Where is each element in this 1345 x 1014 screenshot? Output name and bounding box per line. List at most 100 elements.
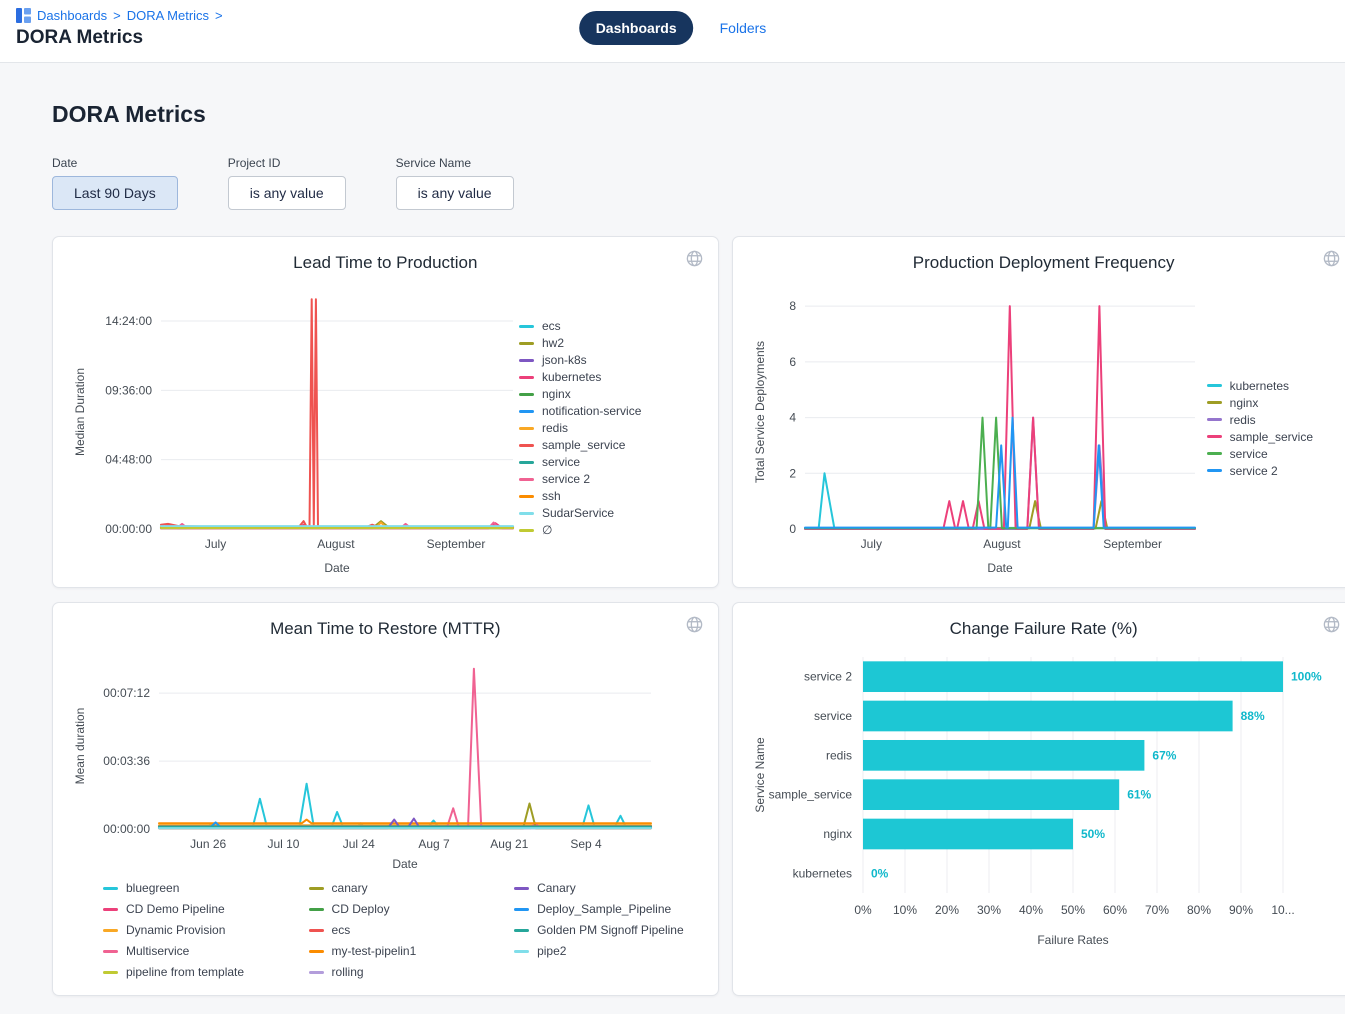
legend-item[interactable]: nginx xyxy=(519,387,641,401)
breadcrumb-link-dashboards[interactable]: Dashboards xyxy=(37,8,107,23)
legend-swatch xyxy=(1207,435,1222,438)
legend-item[interactable]: CD Deploy xyxy=(309,902,479,916)
legend-item[interactable]: ecs xyxy=(309,923,479,937)
svg-text:8: 8 xyxy=(789,299,796,313)
legend-label: service 2 xyxy=(542,472,590,486)
legend-item[interactable]: kubernetes xyxy=(1207,379,1313,393)
legend-swatch xyxy=(103,950,118,953)
legend-item[interactable]: Multiservice xyxy=(103,944,273,958)
legend-swatch xyxy=(103,887,118,890)
legend-swatch xyxy=(103,929,118,932)
legend-swatch xyxy=(514,929,529,932)
legend-item[interactable]: Dynamic Provision xyxy=(103,923,273,937)
legend-item[interactable]: nginx xyxy=(1207,396,1313,410)
legend-label: nginx xyxy=(1230,396,1259,410)
lead-time-chart[interactable]: 00:00:0004:48:0009:36:0014:24:00JulyAugu… xyxy=(67,279,519,577)
charts-grid: Lead Time to Production 00:00:0004:48:00… xyxy=(52,236,1313,996)
legend-item[interactable]: Golden PM Signoff Pipeline xyxy=(514,923,684,937)
app-header: Dashboards > DORA Metrics > DORA Metrics… xyxy=(0,0,1345,63)
legend-item[interactable]: sample_service xyxy=(1207,430,1313,444)
globe-icon[interactable] xyxy=(1320,247,1343,273)
svg-text:00:03:36: 00:03:36 xyxy=(103,754,150,768)
legend-item[interactable]: canary xyxy=(309,881,479,895)
legend-item[interactable]: kubernetes xyxy=(519,370,641,384)
svg-text:09:36:00: 09:36:00 xyxy=(105,383,152,397)
lead-time-legend: ecs hw2 json-k8s kubernetes nginx notificatio… xyxy=(519,319,641,537)
legend-item[interactable]: pipeline from template xyxy=(103,965,273,979)
globe-icon[interactable] xyxy=(1320,613,1343,639)
legend-item[interactable]: service 2 xyxy=(519,472,641,486)
chart-title-lead-time: Lead Time to Production xyxy=(67,253,704,273)
legend-item[interactable]: ssh xyxy=(519,489,641,503)
legend-item[interactable]: Canary xyxy=(514,881,684,895)
legend-item[interactable]: json-k8s xyxy=(519,353,641,367)
globe-icon[interactable] xyxy=(683,613,706,639)
tab-dashboards[interactable]: Dashboards xyxy=(579,11,694,45)
svg-text:30%: 30% xyxy=(977,903,1001,917)
legend-label: nginx xyxy=(542,387,571,401)
legend-item[interactable]: hw2 xyxy=(519,336,641,350)
svg-text:04:48:00: 04:48:00 xyxy=(105,453,152,467)
filters-bar: Date Last 90 Days Project ID is any valu… xyxy=(52,156,1313,210)
svg-text:Sep 4: Sep 4 xyxy=(570,837,602,851)
svg-text:0%: 0% xyxy=(854,903,872,917)
legend-item[interactable]: my-test-pipelin1 xyxy=(309,944,479,958)
svg-text:70%: 70% xyxy=(1145,903,1169,917)
svg-text:Date: Date xyxy=(324,561,350,575)
svg-text:50%: 50% xyxy=(1061,903,1085,917)
svg-text:10...: 10... xyxy=(1271,903,1294,917)
legend-swatch xyxy=(1207,401,1222,404)
legend-swatch xyxy=(309,908,324,911)
legend-swatch xyxy=(514,950,529,953)
legend-item[interactable]: sample_service xyxy=(519,438,641,452)
legend-label: ∅ xyxy=(542,523,552,537)
filter-project-id-value[interactable]: is any value xyxy=(228,176,346,210)
legend-item[interactable]: service xyxy=(519,455,641,469)
legend-item[interactable]: rolling xyxy=(309,965,479,979)
filter-date-value[interactable]: Last 90 Days xyxy=(52,176,178,210)
deployment-frequency-chart[interactable]: 02468JulyAugustSeptemberDateTotal Servic… xyxy=(747,279,1207,577)
legend-item[interactable]: service 2 xyxy=(1207,464,1313,478)
legend-item[interactable]: ∅ xyxy=(519,523,641,537)
legend-item[interactable]: pipe2 xyxy=(514,944,684,958)
legend-item[interactable]: redis xyxy=(1207,413,1313,427)
breadcrumb-link-dora-metrics[interactable]: DORA Metrics xyxy=(127,8,209,23)
legend-item[interactable]: SudarService xyxy=(519,506,641,520)
legend-label: ecs xyxy=(542,319,561,333)
tab-folders[interactable]: Folders xyxy=(720,20,767,36)
svg-text:service 2: service 2 xyxy=(804,670,852,684)
svg-text:60%: 60% xyxy=(1103,903,1127,917)
svg-text:2: 2 xyxy=(789,466,796,480)
svg-text:July: July xyxy=(860,537,881,551)
svg-text:6: 6 xyxy=(789,355,796,369)
legend-label: Canary xyxy=(537,881,576,895)
globe-icon[interactable] xyxy=(683,247,706,273)
filter-service-name-label: Service Name xyxy=(396,156,514,170)
chart-title-change-failure-rate: Change Failure Rate (%) xyxy=(747,619,1341,639)
svg-text:redis: redis xyxy=(826,748,852,762)
legend-item[interactable]: CD Demo Pipeline xyxy=(103,902,273,916)
chart-card-change-failure-rate: Change Failure Rate (%) 0%10%20%30%40%50… xyxy=(732,602,1345,996)
legend-swatch xyxy=(519,410,534,413)
chart-card-mttr: Mean Time to Restore (MTTR) 00:00:0000:0… xyxy=(52,602,719,996)
legend-item[interactable]: ecs xyxy=(519,319,641,333)
legend-swatch xyxy=(103,971,118,974)
legend-label: pipe2 xyxy=(537,944,566,958)
legend-item[interactable]: bluegreen xyxy=(103,881,273,895)
dashboard-title: DORA Metrics xyxy=(52,101,1313,128)
mttr-chart[interactable]: 00:00:0000:03:3600:07:12Jun 26Jul 10Jul … xyxy=(67,645,661,873)
svg-text:September: September xyxy=(1103,537,1162,551)
svg-text:Mean duration: Mean duration xyxy=(73,708,87,785)
svg-text:Aug 21: Aug 21 xyxy=(490,837,528,851)
chart-card-lead-time: Lead Time to Production 00:00:0004:48:00… xyxy=(52,236,719,588)
legend-item[interactable]: Deploy_Sample_Pipeline xyxy=(514,902,684,916)
legend-item[interactable]: notification-service xyxy=(519,404,641,418)
legend-item[interactable]: redis xyxy=(519,421,641,435)
change-failure-rate-chart[interactable]: 0%10%20%30%40%50%60%70%80%90%10...100%se… xyxy=(747,643,1341,949)
legend-swatch xyxy=(519,359,534,362)
legend-item[interactable]: service xyxy=(1207,447,1313,461)
legend-label: Dynamic Provision xyxy=(126,923,225,937)
svg-text:90%: 90% xyxy=(1229,903,1253,917)
chart-card-deployment-frequency: Production Deployment Frequency 02468Jul… xyxy=(732,236,1345,588)
filter-service-name-value[interactable]: is any value xyxy=(396,176,514,210)
